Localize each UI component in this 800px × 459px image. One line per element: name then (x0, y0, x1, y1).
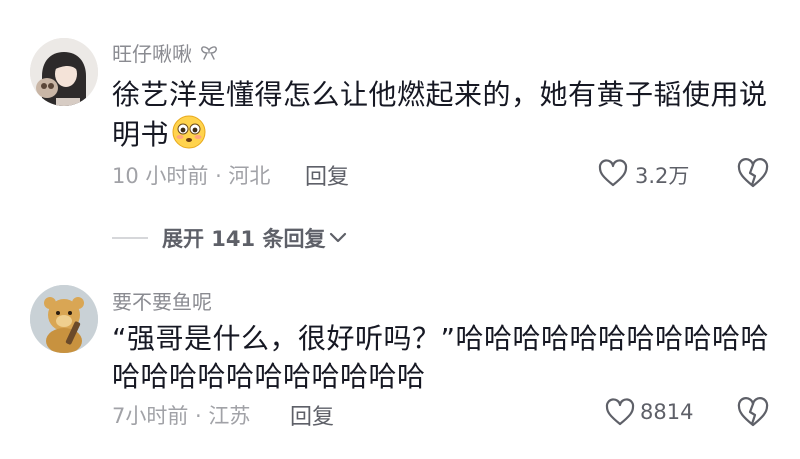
divider (112, 237, 148, 239)
comment-text-content: 徐艺洋是懂得怎么让他燃起来的，她有黄子韬使用说明书 (112, 78, 768, 151)
username-text: 旺仔啾啾 (112, 42, 192, 66)
expand-replies-label: 展开 141 条回复 (162, 227, 326, 251)
heart-outline-icon[interactable] (597, 158, 629, 188)
avatar-image (30, 285, 98, 353)
comment-meta: 10 小时前 · 河北 (112, 164, 271, 188)
flushed-face-emoji (172, 115, 206, 149)
comment-text: 徐艺洋是懂得怎么让他燃起来的，她有黄子韬使用说明书 (112, 76, 777, 154)
avatar[interactable] (30, 285, 98, 353)
chevron-down-icon (330, 232, 347, 243)
avatar-image (30, 38, 98, 106)
username[interactable]: 要不要鱼呢 (112, 286, 212, 315)
reply-button[interactable]: 回复 (290, 399, 334, 431)
bow-icon (201, 46, 218, 60)
username[interactable]: 旺仔啾啾 (112, 38, 220, 67)
broken-heart-outline-icon[interactable] (736, 156, 770, 190)
heart-outline-icon[interactable] (604, 397, 636, 427)
expand-replies-button[interactable]: 展开 141 条回复 (112, 222, 347, 254)
like-count: 8814 (640, 400, 694, 424)
comment-text: “强哥是什么，很好听吗？”哈哈哈哈哈哈哈哈哈哈哈哈哈哈哈哈哈哈哈哈哈哈 (112, 322, 770, 393)
broken-heart-outline-icon[interactable] (736, 395, 770, 429)
comment-1: 旺仔啾啾 徐艺洋是懂得怎么让他燃起来的，她有黄子韬使用说明书 10 小时前 · … (0, 0, 800, 200)
reply-button[interactable]: 回复 (305, 159, 349, 191)
like-count: 3.2万 (635, 164, 690, 188)
comment-2: 要不要鱼呢 “强哥是什么，很好听吗？”哈哈哈哈哈哈哈哈哈哈哈哈哈哈哈哈哈哈哈哈哈… (0, 270, 800, 459)
comment-meta: 7小时前 · 江苏 (112, 404, 251, 428)
avatar[interactable] (30, 38, 98, 106)
